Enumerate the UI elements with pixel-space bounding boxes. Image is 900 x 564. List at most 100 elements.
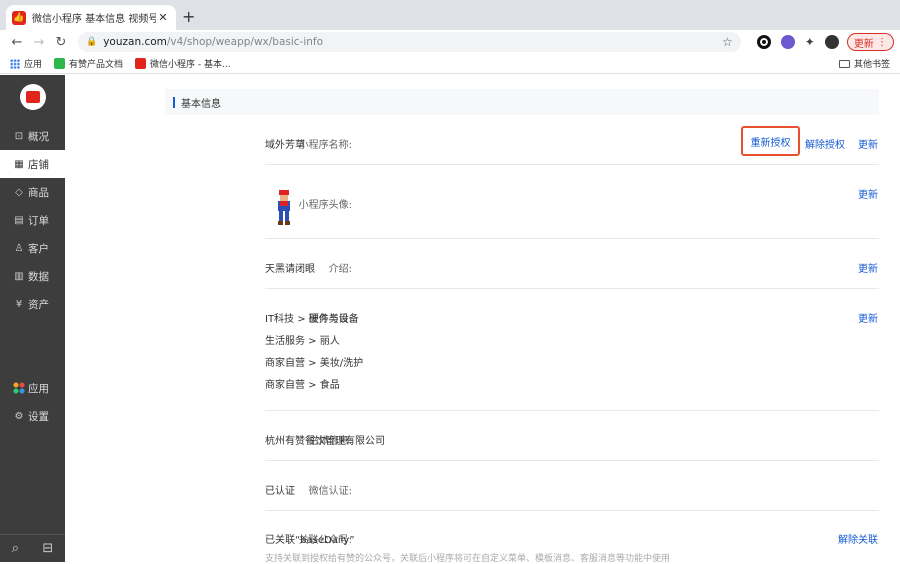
category-list: IT科技 > 硬件与设备 生活服务 > 丽人 商家自营 > 美妆/洗护 商家自营… — [265, 310, 363, 398]
entity-value: 杭州有赞餐饮管理有限公司 — [265, 436, 385, 447]
tag-icon: ◇ — [15, 186, 23, 198]
divider — [265, 238, 879, 239]
bookmark-label: 有赞产品文档 — [69, 60, 124, 70]
yuan-icon: ¥ — [15, 298, 23, 310]
browser-tabstrip: 👍 微信小程序 基本信息 视频号 ✕ + — [0, 0, 900, 30]
category-item: 商家自营 > 美妆/洗护 — [265, 358, 364, 369]
unlink-official-account-link[interactable]: 解除关联 — [838, 531, 878, 546]
youzan-logo[interactable] — [19, 84, 46, 110]
app-container: ⊡ 概况 ▦ 店铺 ◇ 商品 ▤ 订单 ♙ 客户 ▥ 数据 ¥ 资产 应用 ⚙ … — [0, 75, 900, 564]
sidebar-item-label: 店铺 — [28, 158, 49, 171]
sidebar-item-goods[interactable]: ◇ 商品 — [0, 178, 65, 206]
apps-icon — [13, 382, 25, 394]
row-label: 小程序名称: — [298, 140, 352, 151]
close-tab-icon[interactable]: ✕ — [156, 11, 170, 24]
sidebar-item-customers[interactable]: ♙ 客户 — [0, 234, 65, 262]
section-title: 基本信息 — [181, 98, 221, 110]
sidebar-item-settings[interactable]: ⚙ 设置 — [0, 402, 65, 430]
bookmark-star-icon[interactable]: ☆ — [722, 35, 733, 49]
extension-shield-icon[interactable] — [780, 35, 795, 49]
other-bookmarks[interactable]: 其他书签 — [838, 57, 890, 70]
mario-avatar-image — [278, 190, 290, 225]
folder-icon — [838, 59, 850, 68]
order-icon: ▤ — [14, 214, 24, 226]
sidebar-item-label: 数据 — [28, 270, 49, 283]
official-account-hint: 支持关联到授权给有赞的公众号，关联后小程序将可在自定义菜单、模板消息、客服消息等… — [265, 554, 671, 564]
sidebar-item-assets[interactable]: ¥ 资产 — [0, 290, 65, 318]
official-account-value: 已关联“baseDaily” — [265, 535, 355, 546]
divider — [265, 288, 879, 289]
store-icon: ▦ — [14, 158, 24, 170]
row-label: 介绍: — [328, 264, 352, 275]
extension-circle-icon[interactable] — [756, 35, 771, 49]
chart-icon: ▥ — [14, 270, 24, 282]
update-name-link[interactable]: 更新 — [858, 136, 878, 151]
bookmark-apps[interactable]: 应用 — [10, 57, 42, 70]
back-arrow-icon[interactable]: ← — [6, 35, 28, 50]
main-content: 基本信息 小程序名称: 域外芳草 重新授权 解除授权 更新 小程序头像: 更新 … — [65, 75, 900, 564]
youzan-icon — [135, 58, 147, 69]
sidebar-item-orders[interactable]: ▤ 订单 — [0, 206, 65, 234]
sidebar-item-data[interactable]: ▥ 数据 — [0, 262, 65, 290]
browser-update-button[interactable]: 更新 ⋮ — [846, 33, 894, 51]
category-item: 商家自营 > 食品 — [265, 380, 340, 391]
sidebar: ⊡ 概况 ▦ 店铺 ◇ 商品 ▤ 订单 ♙ 客户 ▥ 数据 ¥ 资产 应用 ⚙ … — [0, 75, 65, 562]
url-host: youzan.com — [103, 36, 167, 48]
bookmark-label: 微信小程序 - 基本... — [150, 60, 231, 70]
app-name-value: 域外芳草 — [265, 140, 305, 151]
browser-tab[interactable]: 👍 微信小程序 基本信息 视频号 ✕ — [6, 5, 176, 30]
update-label: 更新 — [853, 38, 874, 50]
new-tab-button[interactable]: + — [182, 7, 195, 26]
search-icon[interactable]: ⌕ — [12, 541, 19, 556]
browser-toolbar: ← → ↻ 🔒 youzan.com/v4/shop/weapp/wx/basi… — [0, 30, 900, 54]
update-category-link[interactable]: 更新 — [858, 310, 878, 325]
address-bar[interactable]: 🔒 youzan.com/v4/shop/weapp/wx/basic-info… — [78, 32, 741, 52]
divider — [265, 460, 879, 461]
sidebar-item-label: 商品 — [28, 186, 49, 199]
sidebar-item-store[interactable]: ▦ 店铺 — [0, 150, 65, 178]
message-icon[interactable]: ⊟ — [42, 541, 53, 556]
sidebar-bottom-bar: ⌕ ⊟ — [0, 534, 65, 562]
bookmark-docs[interactable]: 有赞产品文档 — [54, 57, 123, 70]
gear-icon: ⚙ — [14, 410, 24, 422]
category-item: IT科技 > 硬件与设备 — [265, 314, 359, 325]
section-header: 基本信息 — [165, 89, 879, 115]
sidebar-item-label: 订单 — [28, 214, 49, 227]
reload-icon[interactable]: ↻ — [50, 35, 72, 50]
other-bookmarks-label: 其他书签 — [853, 60, 890, 70]
sidebar-item-label: 设置 — [28, 410, 49, 423]
divider — [265, 164, 879, 165]
sidebar-item-apps[interactable]: 应用 — [0, 374, 65, 402]
intro-value: 天黑请闭眼 — [265, 264, 315, 275]
verification-value: 已认证 — [265, 486, 295, 497]
customer-icon: ♙ — [14, 242, 24, 254]
thumbs-up-icon — [25, 91, 40, 103]
reauthorize-label: 重新授权 — [750, 137, 791, 149]
bookmarks-bar: 应用 有赞产品文档 微信小程序 - 基本... 其他书签 — [0, 54, 900, 74]
sidebar-item-overview[interactable]: ⊡ 概况 — [0, 122, 65, 150]
overview-icon: ⊡ — [14, 130, 24, 142]
category-item: 生活服务 > 丽人 — [265, 336, 340, 347]
sidebar-item-label: 概况 — [28, 130, 49, 143]
apps-grid-icon — [10, 58, 20, 69]
youzan-favicon-icon: 👍 — [12, 10, 26, 25]
update-intro-link[interactable]: 更新 — [858, 260, 878, 275]
sidebar-item-label: 应用 — [28, 382, 49, 395]
bookmark-weapp[interactable]: 微信小程序 - 基本... — [135, 57, 231, 70]
sidebar-item-label: 客户 — [28, 242, 49, 255]
sidebar-item-label: 资产 — [28, 298, 49, 311]
divider — [265, 510, 879, 511]
profile-avatar-icon[interactable] — [824, 35, 839, 49]
bookmark-label: 应用 — [24, 60, 43, 70]
tab-title: 微信小程序 基本信息 视频号 — [32, 14, 156, 25]
unauthorize-link[interactable]: 解除授权 — [805, 136, 845, 151]
url-path: /v4/shop/weapp/wx/basic-info — [166, 36, 324, 48]
divider — [265, 410, 879, 411]
update-avatar-link[interactable]: 更新 — [858, 186, 878, 201]
row-label: 小程序头像: — [298, 200, 352, 211]
lock-icon: 🔒 — [86, 37, 98, 47]
reauthorize-button[interactable]: 重新授权 — [741, 126, 800, 156]
extensions-puzzle-icon[interactable]: ✦ — [805, 35, 815, 49]
forward-arrow-icon[interactable]: → — [28, 35, 50, 50]
docs-icon — [54, 58, 66, 69]
